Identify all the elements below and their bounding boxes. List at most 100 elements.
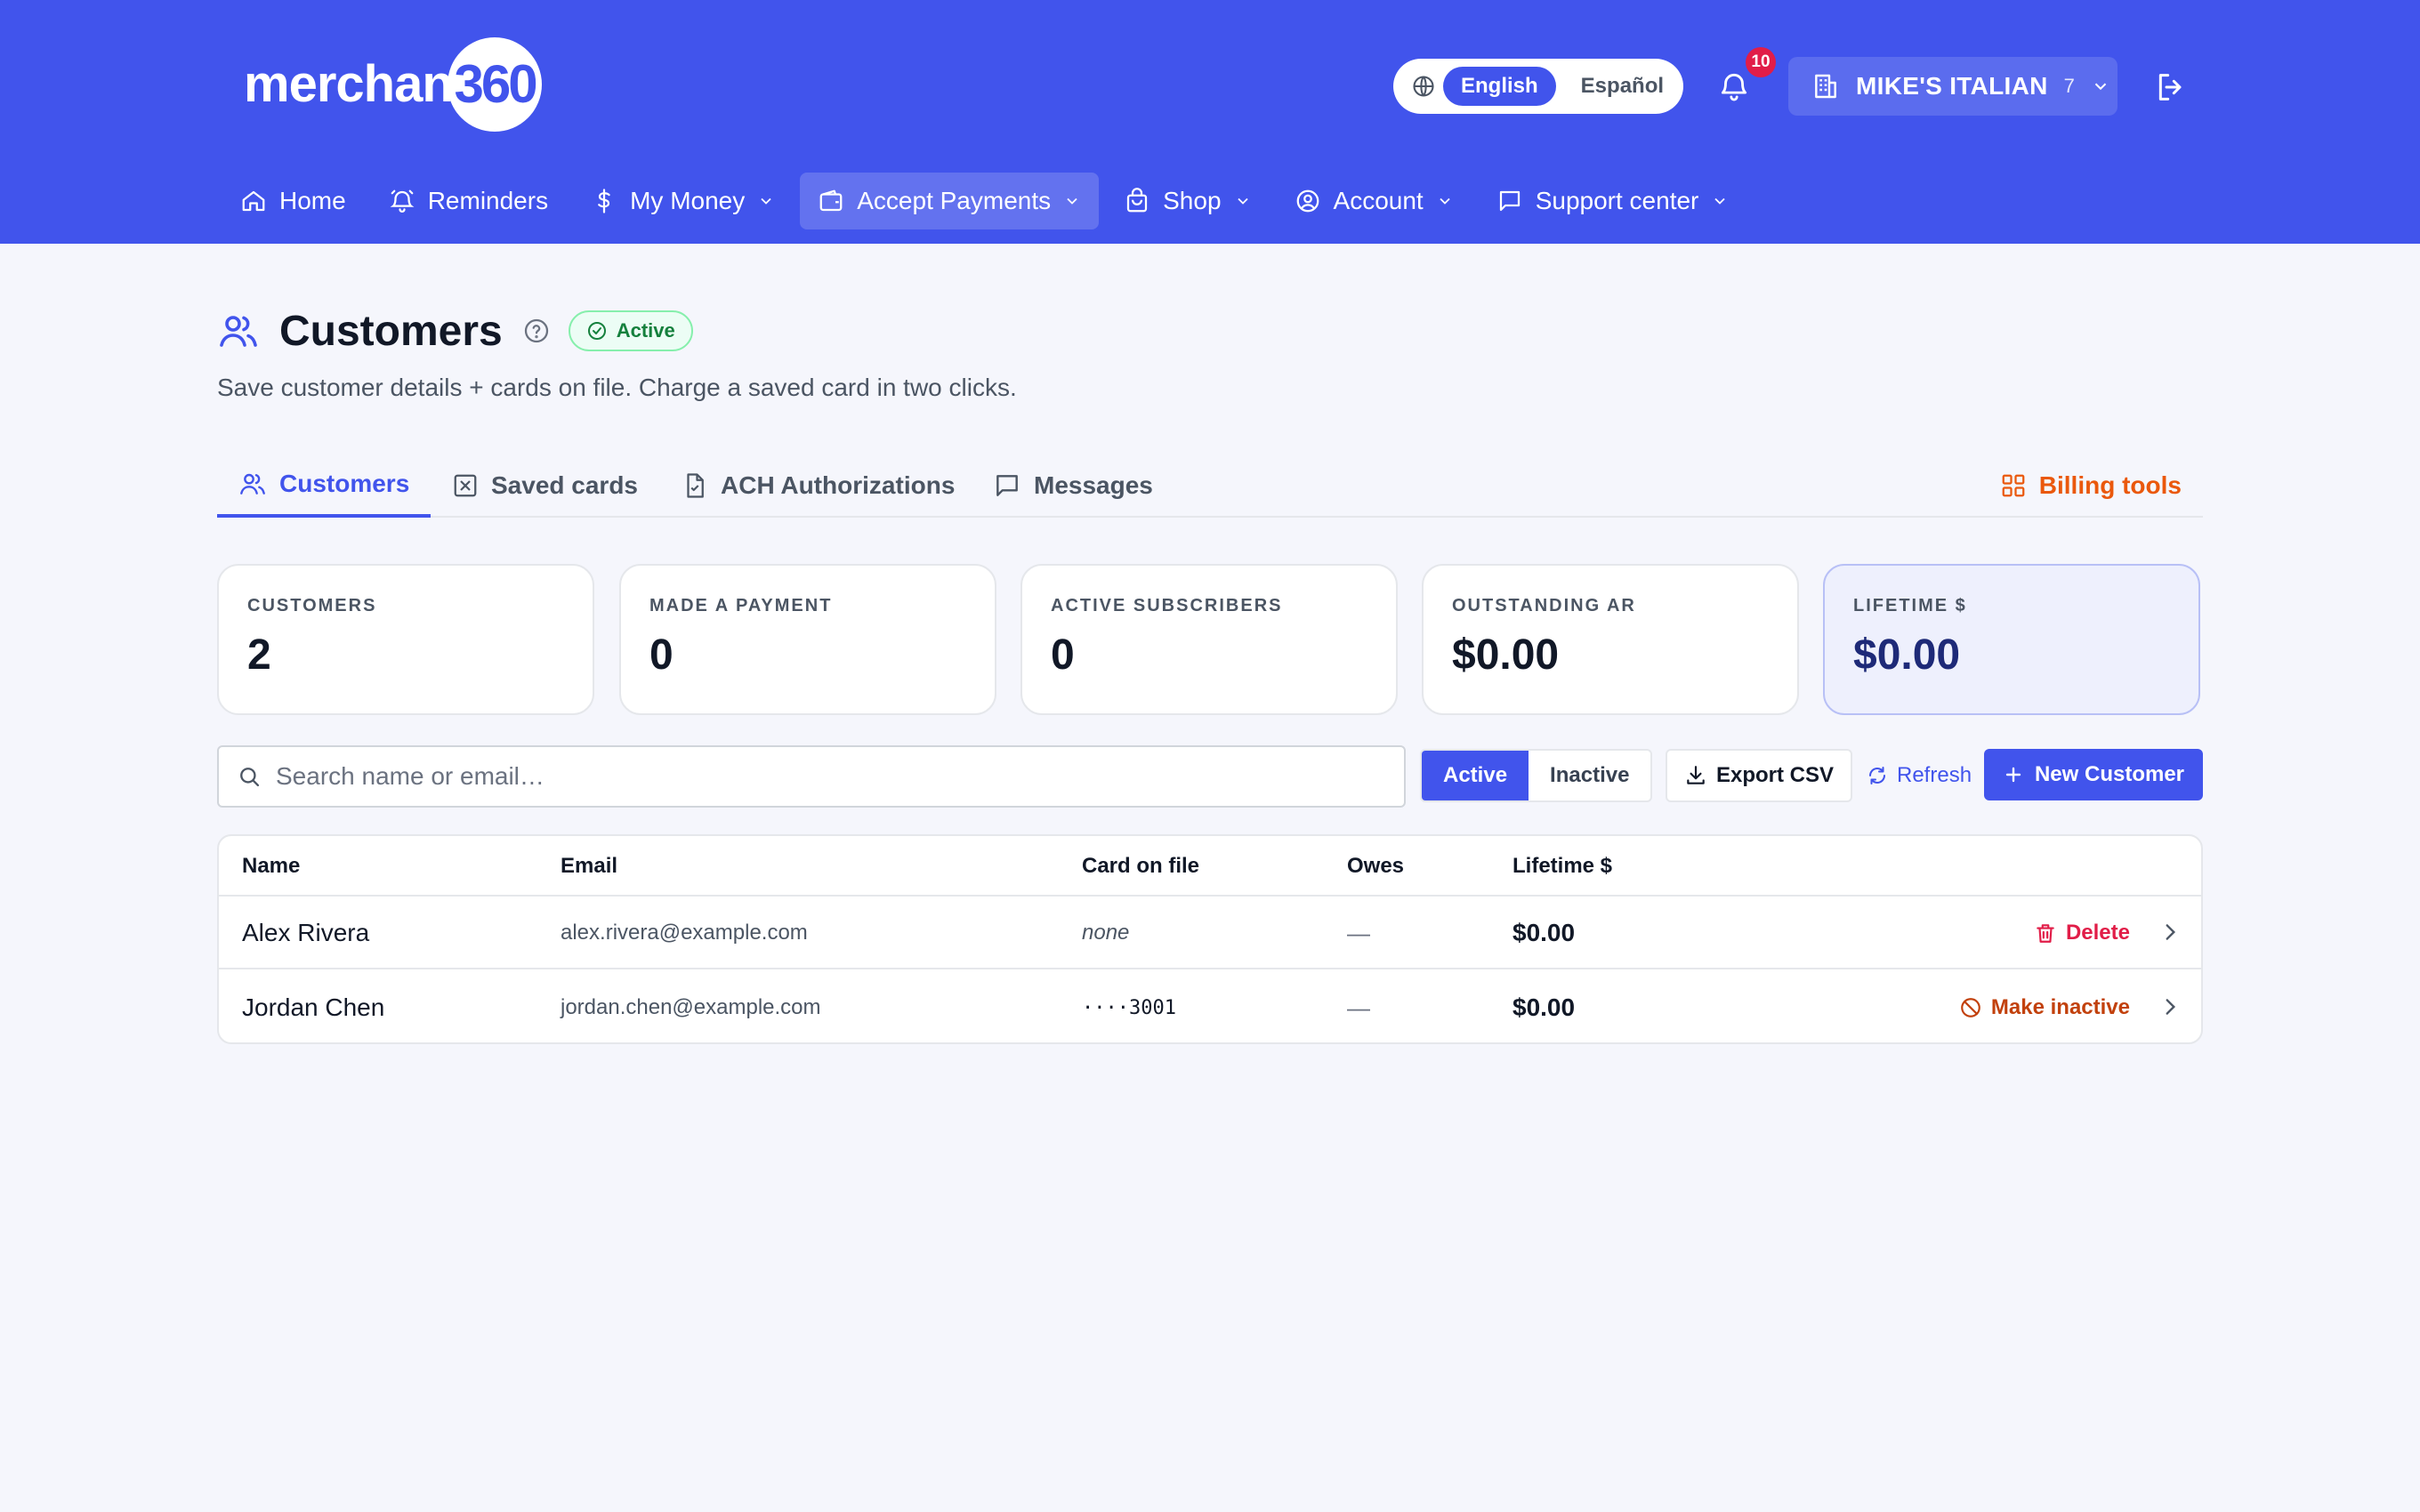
stat-card-made-a-payment: MADE A PAYMENT 0 (619, 564, 996, 715)
card-x-icon (454, 474, 477, 497)
language-toggle: English Español (1393, 59, 1683, 114)
nav-my-money[interactable]: My Money (573, 173, 793, 229)
shopping-bag-icon (1124, 188, 1150, 214)
search-input[interactable] (276, 762, 1343, 791)
nav-home-label: Home (279, 187, 346, 214)
refresh-icon (1869, 767, 1885, 784)
document-check-icon (687, 473, 704, 498)
status-badge-label: Active (616, 319, 675, 342)
status-badge: Active (568, 310, 693, 351)
dollar-icon (591, 188, 617, 214)
tab-messages-label: Messages (1034, 471, 1153, 499)
logout-icon[interactable] (2153, 69, 2189, 105)
billing-tools-label: Billing tools (2038, 471, 2182, 499)
language-espanol-button[interactable]: Español (1563, 67, 1682, 106)
stat-card-customers: CUSTOMERS 2 (217, 564, 594, 715)
chevron-down-icon (1436, 192, 1454, 210)
message-icon (996, 475, 1018, 496)
plus-icon (2005, 767, 2021, 783)
customer-email: jordan.chen@example.com (561, 995, 821, 1019)
card-on-file: none (1082, 921, 1130, 945)
delete-button[interactable]: Delete (2034, 897, 2130, 969)
nav-account[interactable]: Account (1277, 173, 1472, 229)
chevron-down-icon (1234, 192, 1252, 210)
search-icon (237, 764, 262, 789)
nav-my-money-label: My Money (630, 187, 746, 214)
new-customer-label: New Customer (2034, 762, 2185, 786)
chevron-right-icon[interactable] (2158, 995, 2182, 1018)
tab-saved-cards[interactable]: Saved cards (452, 454, 638, 518)
nav-shop[interactable]: Shop (1106, 173, 1269, 229)
building-icon (1811, 72, 1840, 101)
message-icon (1496, 188, 1523, 214)
tab-ach-label: ACH Authorizations (721, 471, 956, 499)
notifications-bell-icon[interactable] (1717, 69, 1751, 103)
chevron-down-icon (757, 192, 775, 210)
stat-label: OUTSTANDING AR (1452, 596, 1636, 615)
chevron-right-icon[interactable] (2158, 921, 2182, 944)
merchant-switcher-button[interactable]: MIKE'S ITALIAN 7 (1788, 57, 2118, 116)
lifetime-value: $0.00 (1512, 993, 1576, 1021)
merchant-count: 7 (2063, 75, 2075, 97)
search-box (217, 745, 1406, 808)
grid-icon (2002, 474, 2025, 497)
refresh-button[interactable]: Refresh (1867, 749, 1972, 802)
globe-icon (1411, 74, 1436, 99)
new-customer-button[interactable]: New Customer (1984, 749, 2203, 800)
tab-customers-label: Customers (279, 470, 410, 497)
main-nav: Home Reminders My Money Accept Payments … (222, 173, 1754, 229)
language-english-button[interactable]: English (1443, 67, 1556, 106)
filter-active-button[interactable]: Active (1422, 751, 1529, 800)
table-row[interactable]: Jordan Chen jordan.chen@example.com ····… (219, 971, 2201, 1042)
stat-label: LIFETIME $ (1853, 596, 1967, 615)
merchant360-logo[interactable]: merchant 360 (244, 36, 543, 133)
lifetime-value: $0.00 (1512, 919, 1576, 946)
users-icon (217, 310, 260, 352)
tab-saved-cards-label: Saved cards (491, 471, 638, 499)
make-inactive-button[interactable]: Make inactive (1959, 971, 2130, 1042)
column-header-owes[interactable]: Owes (1347, 836, 1404, 897)
billing-tools-link[interactable]: Billing tools (2000, 454, 2182, 518)
delete-label: Delete (2065, 921, 2130, 945)
filter-inactive-button[interactable]: Inactive (1529, 751, 1650, 800)
stat-value: $0.00 (1452, 631, 1560, 679)
help-circle-icon[interactable] (522, 317, 551, 345)
customer-name[interactable]: Alex Rivera (242, 897, 369, 969)
trash-icon (2037, 924, 2054, 943)
nav-reminders-label: Reminders (427, 187, 549, 214)
chevron-down-icon (1063, 192, 1081, 210)
tab-customers[interactable]: Customers (217, 454, 432, 518)
nav-accept-payments-label: Accept Payments (857, 187, 1052, 214)
owes-value: — (1347, 993, 1370, 1021)
nav-shop-label: Shop (1163, 187, 1222, 214)
tab-messages[interactable]: Messages (993, 454, 1153, 518)
stat-value: 0 (649, 631, 674, 679)
owes-value: — (1347, 919, 1370, 946)
column-header-lifetime[interactable]: Lifetime $ (1512, 836, 1612, 897)
card-on-file: ····3001 (1082, 996, 1176, 1019)
nav-support-center[interactable]: Support center (1479, 173, 1747, 229)
nav-accept-payments[interactable]: Accept Payments (800, 173, 1100, 229)
table-row[interactable]: Alex Rivera alex.rivera@example.com none… (219, 897, 2201, 969)
column-header-name[interactable]: Name (242, 836, 300, 897)
stat-value: $0.00 (1853, 631, 1961, 679)
column-header-email[interactable]: Email (561, 836, 617, 897)
customers-table: Name Email Card on file Owes Lifetime $ … (217, 834, 2203, 1044)
export-csv-button[interactable]: Export CSV (1666, 749, 1852, 802)
customer-email: alex.rivera@example.com (561, 921, 808, 945)
nav-reminders[interactable]: Reminders (371, 173, 566, 229)
page-heading: Customers Active (217, 302, 693, 359)
download-icon (1687, 766, 1705, 784)
top-header: merchant 360 English Español 10 MIKE'S I… (0, 0, 2420, 244)
chevron-down-icon (1711, 192, 1729, 210)
stat-label: MADE A PAYMENT (649, 596, 833, 615)
nav-support-center-label: Support center (1535, 187, 1699, 214)
logo-text: merchant (244, 55, 470, 113)
customer-name[interactable]: Jordan Chen (242, 971, 384, 1042)
tab-ach-authorizations[interactable]: ACH Authorizations (682, 454, 955, 518)
page-subtitle: Save customer details + cards on file. C… (217, 374, 1017, 401)
page-title: Customers (279, 307, 503, 355)
nav-home[interactable]: Home (222, 173, 364, 229)
notifications-count-badge: 10 (1746, 47, 1776, 77)
column-header-card[interactable]: Card on file (1082, 836, 1199, 897)
